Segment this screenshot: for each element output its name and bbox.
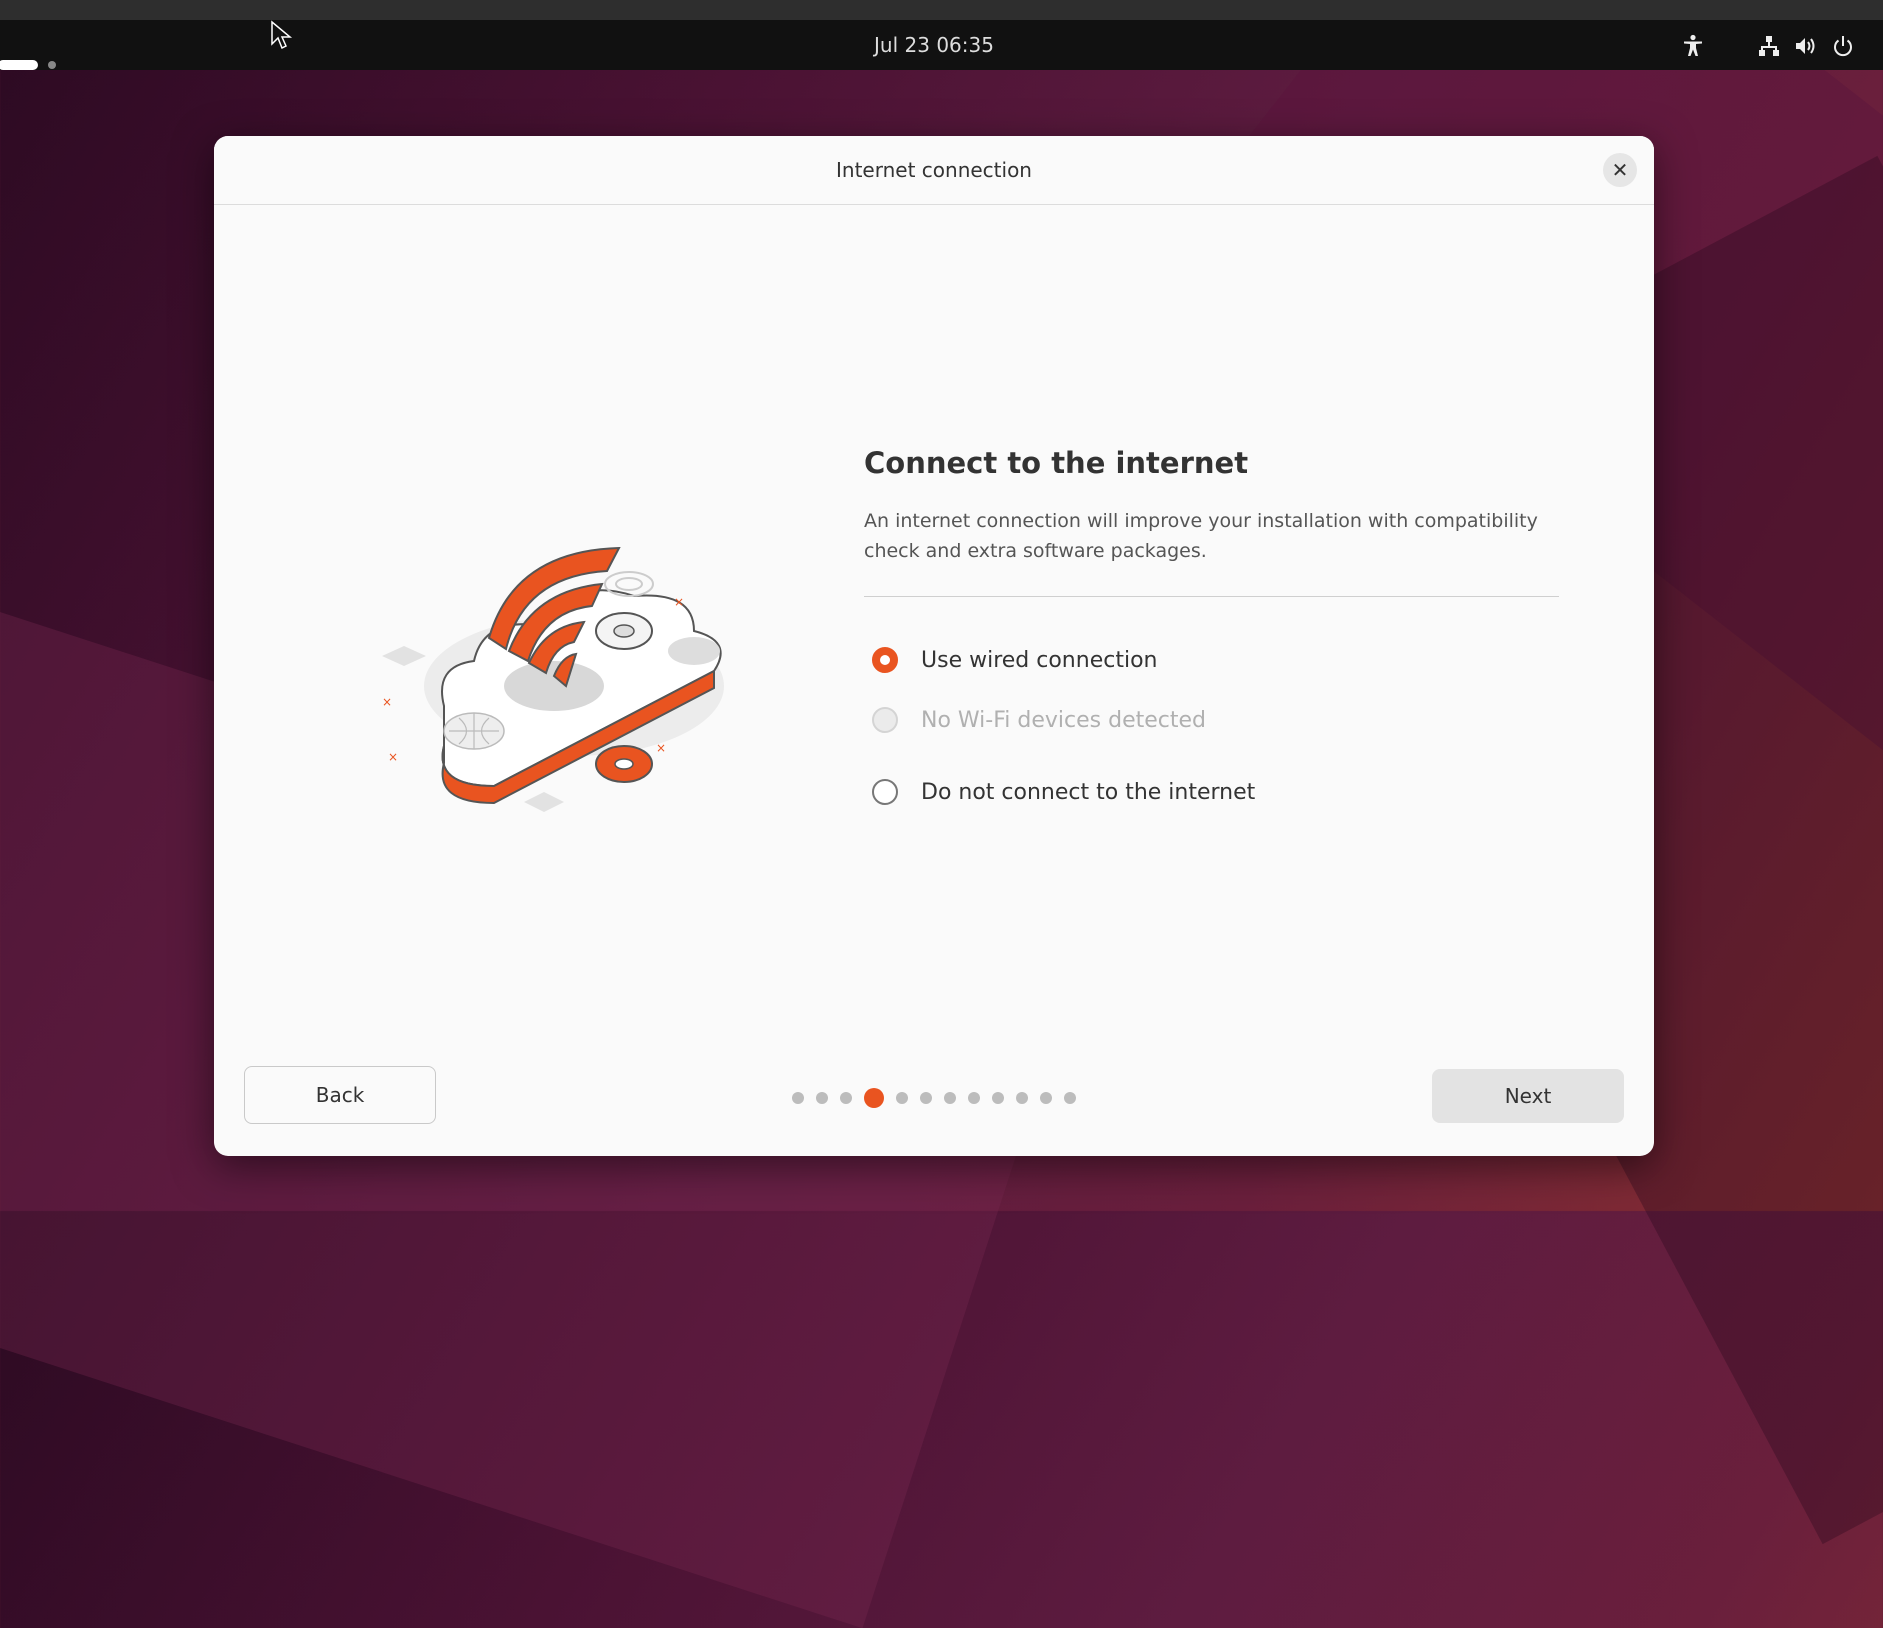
option-wired[interactable]: Use wired connection xyxy=(872,647,1157,673)
svg-text:×: × xyxy=(674,595,684,609)
pager-dot xyxy=(920,1092,932,1104)
svg-text:×: × xyxy=(656,741,666,755)
page-heading: Connect to the internet xyxy=(864,446,1249,480)
power-icon xyxy=(1834,36,1852,57)
pager-dot xyxy=(1064,1092,1076,1104)
option-no-internet[interactable]: Do not connect to the internet xyxy=(872,779,1255,805)
pager-dot xyxy=(944,1092,956,1104)
back-button[interactable]: Back xyxy=(244,1066,436,1124)
dialog-title: Internet connection xyxy=(836,158,1032,182)
pager-dot-active xyxy=(864,1088,884,1108)
accessibility-menu[interactable] xyxy=(1682,32,1704,60)
radio-wired[interactable] xyxy=(872,647,898,673)
pager-dot xyxy=(816,1092,828,1104)
option-wifi-label: No Wi-Fi devices detected xyxy=(921,707,1206,733)
network-wired-icon xyxy=(1759,36,1779,56)
divider xyxy=(864,596,1559,597)
option-no-internet-label: Do not connect to the internet xyxy=(921,779,1256,805)
pager-dot xyxy=(968,1092,980,1104)
option-wifi: No Wi-Fi devices detected xyxy=(872,707,1206,733)
activities-indicator[interactable] xyxy=(0,60,56,70)
pager-dot xyxy=(792,1092,804,1104)
svg-text:×: × xyxy=(382,695,392,709)
mouse-cursor-icon xyxy=(271,20,293,50)
option-wired-label: Use wired connection xyxy=(921,647,1158,673)
svg-text:×: × xyxy=(388,750,398,764)
pager-dot xyxy=(1040,1092,1052,1104)
pager-dot xyxy=(896,1092,908,1104)
internet-illustration: × × × × xyxy=(382,546,724,812)
clock-text: Jul 23 06:35 xyxy=(874,33,994,57)
page-description: An internet connection will improve your… xyxy=(864,510,1538,562)
radio-no-internet[interactable] xyxy=(872,779,898,805)
window-top-strip xyxy=(0,0,1883,20)
installer-dialog: Internet connection ✕ × × × × Connect to… xyxy=(214,136,1654,1156)
workspace-dot xyxy=(48,61,56,69)
pager-dot xyxy=(840,1092,852,1104)
close-button[interactable]: ✕ xyxy=(1603,153,1637,187)
close-icon: ✕ xyxy=(1611,158,1629,182)
workspace-active-pill xyxy=(0,60,38,70)
system-tray[interactable] xyxy=(1758,32,1854,60)
volume-icon xyxy=(1796,38,1815,54)
step-pager xyxy=(792,1088,1076,1108)
radio-wifi xyxy=(872,707,898,733)
pager-dot xyxy=(992,1092,1004,1104)
dialog-header: Internet connection ✕ xyxy=(214,136,1654,205)
pager-dot xyxy=(1016,1092,1028,1104)
accessibility-icon xyxy=(1684,34,1702,56)
content-panel: Connect to the internet An internet conn… xyxy=(864,446,1559,597)
next-button[interactable]: Next xyxy=(1432,1069,1624,1123)
